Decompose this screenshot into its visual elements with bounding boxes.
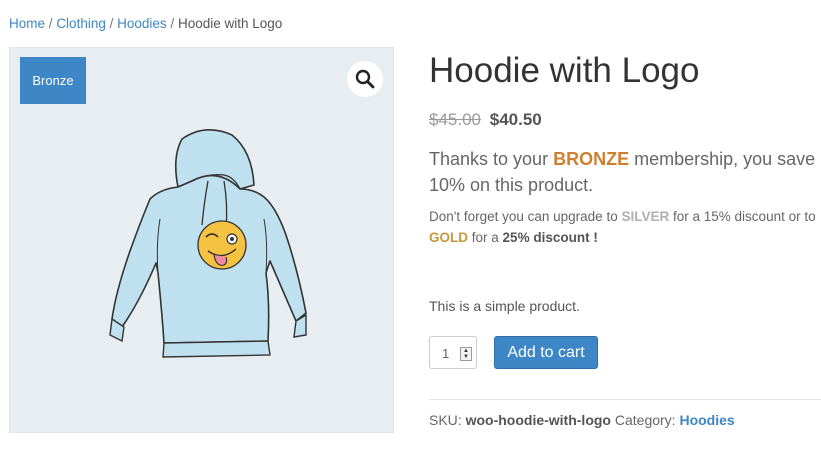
breadcrumb-separator: / [109,16,114,31]
magnifier-icon [355,69,375,89]
gold-level: GOLD [429,230,468,245]
membership-level: BRONZE [553,149,630,169]
product-meta: SKU: woo-hoodie-with-logo Category: Hood… [429,412,735,428]
regular-price: $45.00 [429,110,481,129]
breadcrumb-current: Hoodie with Logo [177,16,283,31]
spinner-arrows-icon[interactable]: ▲ ▼ [460,347,472,361]
membership-badge: Bronze [20,57,86,104]
sku-label: SKU: [429,412,462,428]
category-link[interactable]: Hoodies [679,412,734,428]
breadcrumb-separator: / [48,16,53,31]
hoodie-product-image [109,129,307,358]
short-description: This is a simple product. [429,298,580,314]
membership-message: Thanks to your BRONZE membership, you sa… [429,146,821,198]
upgrade-text-1: Don't forget you can upgrade to [429,209,618,224]
product-gallery[interactable]: Bronze [9,47,394,433]
upgrade-message: Don't forget you can upgrade to SILVER f… [429,206,821,248]
breadcrumb: Home / Clothing / Hoodies / Hoodie with … [9,16,282,31]
quantity-value[interactable]: 1 [442,346,449,361]
add-to-cart-button[interactable]: Add to cart [494,336,598,369]
upgrade-text-2: for a 15% discount or to [673,209,816,224]
breadcrumb-separator: / [170,16,175,31]
category-label: Category: [614,412,676,428]
zoom-button[interactable] [347,61,383,97]
upgrade-text-3: for a [471,230,499,245]
sale-price: $40.50 [489,110,542,129]
breadcrumb-home[interactable]: Home [9,16,45,31]
product-title: Hoodie with Logo [429,51,700,90]
product-price: $45.00 $40.50 [429,110,542,130]
divider [429,399,821,400]
breadcrumb-clothing[interactable]: Clothing [56,16,106,31]
sku-value: woo-hoodie-with-logo [465,412,611,428]
breadcrumb-hoodies[interactable]: Hoodies [117,16,167,31]
silver-level: SILVER [621,209,670,224]
membership-prefix: Thanks to your [429,149,549,169]
quantity-stepper[interactable]: 1 ▲ ▼ [429,336,477,369]
gold-discount: 25% discount ! [502,230,598,245]
